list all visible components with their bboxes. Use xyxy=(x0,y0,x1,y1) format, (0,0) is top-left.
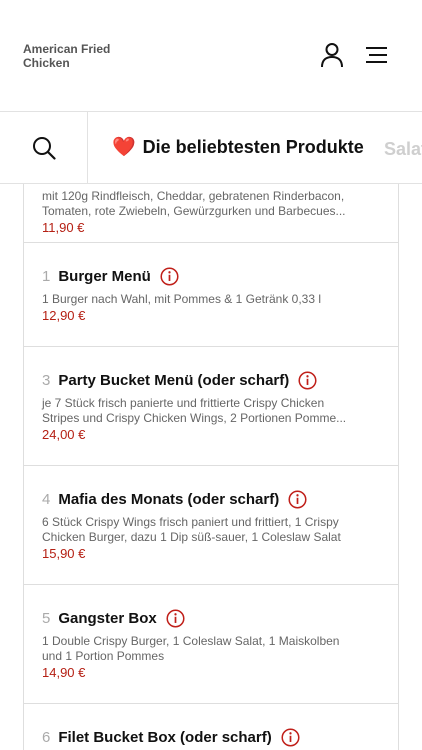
info-icon xyxy=(281,728,300,747)
product-description: je 7 Stück frisch panierte und frittiert… xyxy=(42,396,347,425)
product-description: 1 Burger nach Wahl, mit Pommes & 1 Geträ… xyxy=(42,292,322,306)
product-card[interactable]: mit 120g Rindfleisch, Cheddar, gebratene… xyxy=(23,184,399,243)
user-account-button[interactable] xyxy=(317,40,347,70)
category-tab-label: Die beliebtesten Produkte xyxy=(142,136,364,157)
info-icon xyxy=(298,371,317,390)
restaurant-name: American Fried Chicken xyxy=(23,42,111,70)
product-price: 12,90 € xyxy=(42,308,86,323)
hamburger-menu-icon xyxy=(366,47,387,63)
search-button[interactable] xyxy=(0,112,88,183)
product-card[interactable]: 4 Mafia des Monats (oder scharf) 6 Stück… xyxy=(23,465,399,585)
product-title: Burger Menü xyxy=(58,268,151,285)
product-info-button[interactable] xyxy=(166,609,185,628)
product-title: Mafia des Monats (oder scharf) xyxy=(58,491,280,508)
category-tab-popular[interactable]: ❤️ Die beliebtesten Produkte xyxy=(112,136,364,158)
product-card[interactable]: 3 Party Bucket Menü (oder scharf) je 7 S… xyxy=(23,346,399,466)
product-card[interactable]: 6 Filet Bucket Box (oder scharf) xyxy=(23,703,399,750)
info-icon xyxy=(288,490,307,509)
search-icon xyxy=(32,136,56,160)
product-price: 24,00 € xyxy=(42,427,86,442)
product-title: Party Bucket Menü (oder scharf) xyxy=(58,372,290,389)
product-price: 11,90 € xyxy=(42,220,85,235)
category-tab-salat[interactable]: Salat xyxy=(384,139,422,160)
product-description: 6 Stück Crispy Wings frisch paniert und … xyxy=(42,515,341,544)
product-title: Filet Bucket Box (oder scharf) xyxy=(58,729,272,746)
heart-icon: ❤️ xyxy=(112,136,136,158)
product-info-button[interactable] xyxy=(298,371,317,390)
category-bar: ❤️ Die beliebtesten Produkte Salat xyxy=(0,112,422,184)
user-icon xyxy=(321,43,343,68)
product-price: 15,90 € xyxy=(42,546,86,561)
product-number: 3 xyxy=(42,372,51,389)
main-menu-button[interactable] xyxy=(362,40,392,70)
product-info-button[interactable] xyxy=(160,267,179,286)
product-price: 14,90 € xyxy=(42,665,86,680)
product-number: 6 xyxy=(42,729,51,746)
app-header: American Fried Chicken xyxy=(0,0,422,112)
product-card[interactable]: 5 Gangster Box 1 Double Crispy Burger, 1… xyxy=(23,584,399,704)
product-info-button[interactable] xyxy=(281,728,300,747)
product-list: mit 120g Rindfleisch, Cheddar, gebratene… xyxy=(23,184,399,750)
product-number: 5 xyxy=(42,610,51,627)
info-icon xyxy=(160,267,179,286)
product-number: 1 xyxy=(42,268,51,285)
product-card[interactable]: 1 Burger Menü 1 Burger nach Wahl, mit Po… xyxy=(23,242,399,347)
product-description: mit 120g Rindfleisch, Cheddar, gebratene… xyxy=(42,189,345,203)
product-description: Tomaten, rote Zwiebeln, Gewürzgurken und… xyxy=(42,204,346,218)
product-description: 1 Double Crispy Burger, 1 Coleslaw Salat… xyxy=(42,634,340,663)
product-title: Gangster Box xyxy=(58,610,157,627)
product-number: 4 xyxy=(42,491,51,508)
product-info-button[interactable] xyxy=(288,490,307,509)
info-icon xyxy=(166,609,185,628)
